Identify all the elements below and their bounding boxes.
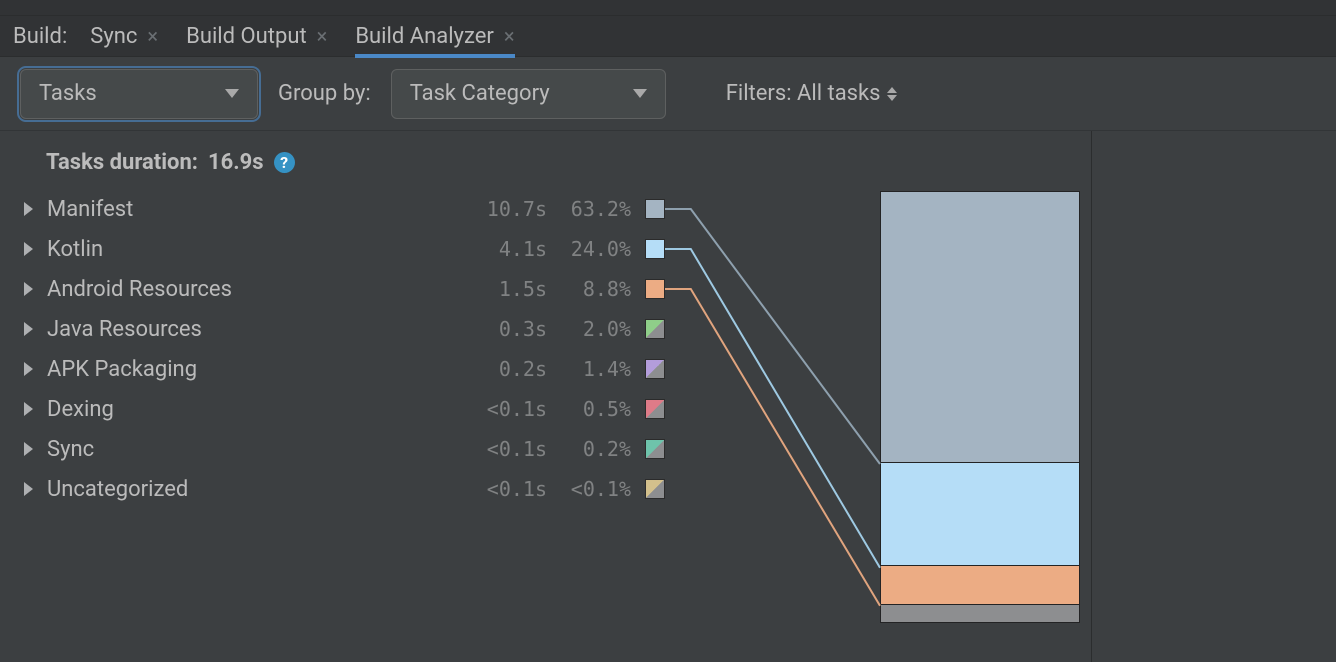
color-swatch bbox=[645, 479, 665, 499]
task-percent: 0.5% bbox=[555, 397, 631, 421]
groupby-select[interactable]: Task Category bbox=[391, 69, 666, 119]
color-swatch bbox=[645, 319, 665, 339]
task-duration: <0.1s bbox=[467, 477, 547, 501]
task-name: Dexing bbox=[47, 397, 467, 422]
task-duration: <0.1s bbox=[467, 437, 547, 461]
task-duration: 1.5s bbox=[467, 277, 547, 301]
color-swatch bbox=[645, 279, 665, 299]
chart-segment bbox=[881, 192, 1079, 462]
groupby-label: Group by: bbox=[278, 81, 371, 106]
close-icon[interactable]: × bbox=[504, 26, 515, 46]
task-percent: 63.2% bbox=[555, 197, 631, 221]
duration-label: Tasks duration: bbox=[46, 150, 198, 175]
tab-label: Sync bbox=[90, 24, 137, 49]
task-name: APK Packaging bbox=[47, 357, 467, 382]
chevron-right-icon bbox=[24, 402, 33, 416]
body: Tasks duration: 16.9s ? Manifest10.7s 63.… bbox=[0, 131, 1336, 662]
tabbar: Build: Sync × Build Output × Build Analy… bbox=[0, 16, 1336, 57]
main-pane: Tasks duration: 16.9s ? Manifest10.7s 63.… bbox=[0, 131, 1091, 662]
task-name: Java Resources bbox=[47, 317, 467, 342]
close-icon[interactable]: × bbox=[317, 26, 328, 46]
task-percent: 0.2% bbox=[555, 437, 631, 461]
tabbar-label: Build: bbox=[13, 24, 67, 49]
window-top-band bbox=[0, 0, 1336, 16]
task-name: Uncategorized bbox=[47, 477, 467, 502]
filters-dropdown[interactable]: Filters: All tasks bbox=[726, 81, 897, 106]
task-percent: <0.1% bbox=[555, 477, 631, 501]
task-duration: 0.3s bbox=[467, 317, 547, 341]
filters-label: Filters: All tasks bbox=[726, 81, 881, 106]
task-percent: 24.0% bbox=[555, 237, 631, 261]
chevron-right-icon bbox=[24, 242, 33, 256]
view-select-value: Tasks bbox=[39, 81, 97, 106]
task-name: Kotlin bbox=[47, 237, 467, 262]
stacked-bar-chart bbox=[880, 191, 1080, 623]
chevron-down-icon bbox=[633, 89, 647, 98]
task-name: Sync bbox=[47, 437, 467, 462]
task-name: Manifest bbox=[47, 197, 467, 222]
sort-icon bbox=[887, 87, 897, 101]
chart-segment bbox=[881, 565, 1079, 604]
color-swatch bbox=[645, 199, 665, 219]
tab-label: Build Analyzer bbox=[355, 24, 494, 49]
color-swatch bbox=[645, 439, 665, 459]
tasks-duration-heading: Tasks duration: 16.9s ? bbox=[0, 149, 1091, 175]
right-pane bbox=[1091, 131, 1336, 662]
chevron-right-icon bbox=[24, 442, 33, 456]
chevron-right-icon bbox=[24, 202, 33, 216]
close-icon[interactable]: × bbox=[147, 26, 158, 46]
groupby-select-value: Task Category bbox=[410, 81, 550, 106]
task-percent: 8.8% bbox=[555, 277, 631, 301]
color-swatch bbox=[645, 239, 665, 259]
chart-segment bbox=[881, 604, 1079, 622]
task-duration: 10.7s bbox=[467, 197, 547, 221]
chevron-right-icon bbox=[24, 282, 33, 296]
tab-build-analyzer[interactable]: Build Analyzer × bbox=[355, 16, 514, 57]
tab-sync[interactable]: Sync × bbox=[90, 16, 158, 57]
view-select[interactable]: Tasks bbox=[20, 69, 258, 119]
duration-value: 16.9s bbox=[208, 150, 264, 175]
chevron-right-icon bbox=[24, 322, 33, 336]
tab-build-output[interactable]: Build Output × bbox=[186, 16, 327, 57]
chart-segment bbox=[881, 462, 1079, 565]
task-percent: 1.4% bbox=[555, 357, 631, 381]
task-duration: 0.2s bbox=[467, 357, 547, 381]
chevron-down-icon bbox=[225, 89, 239, 98]
task-duration: 4.1s bbox=[467, 237, 547, 261]
toolbar: Tasks Group by: Task Category Filters: A… bbox=[0, 57, 1336, 131]
tab-label: Build Output bbox=[186, 24, 307, 49]
chevron-right-icon bbox=[24, 362, 33, 376]
help-icon[interactable]: ? bbox=[274, 152, 295, 173]
color-swatch bbox=[645, 399, 665, 419]
chevron-right-icon bbox=[24, 482, 33, 496]
task-percent: 2.0% bbox=[555, 317, 631, 341]
color-swatch bbox=[645, 359, 665, 379]
task-name: Android Resources bbox=[47, 277, 467, 302]
task-duration: <0.1s bbox=[467, 397, 547, 421]
